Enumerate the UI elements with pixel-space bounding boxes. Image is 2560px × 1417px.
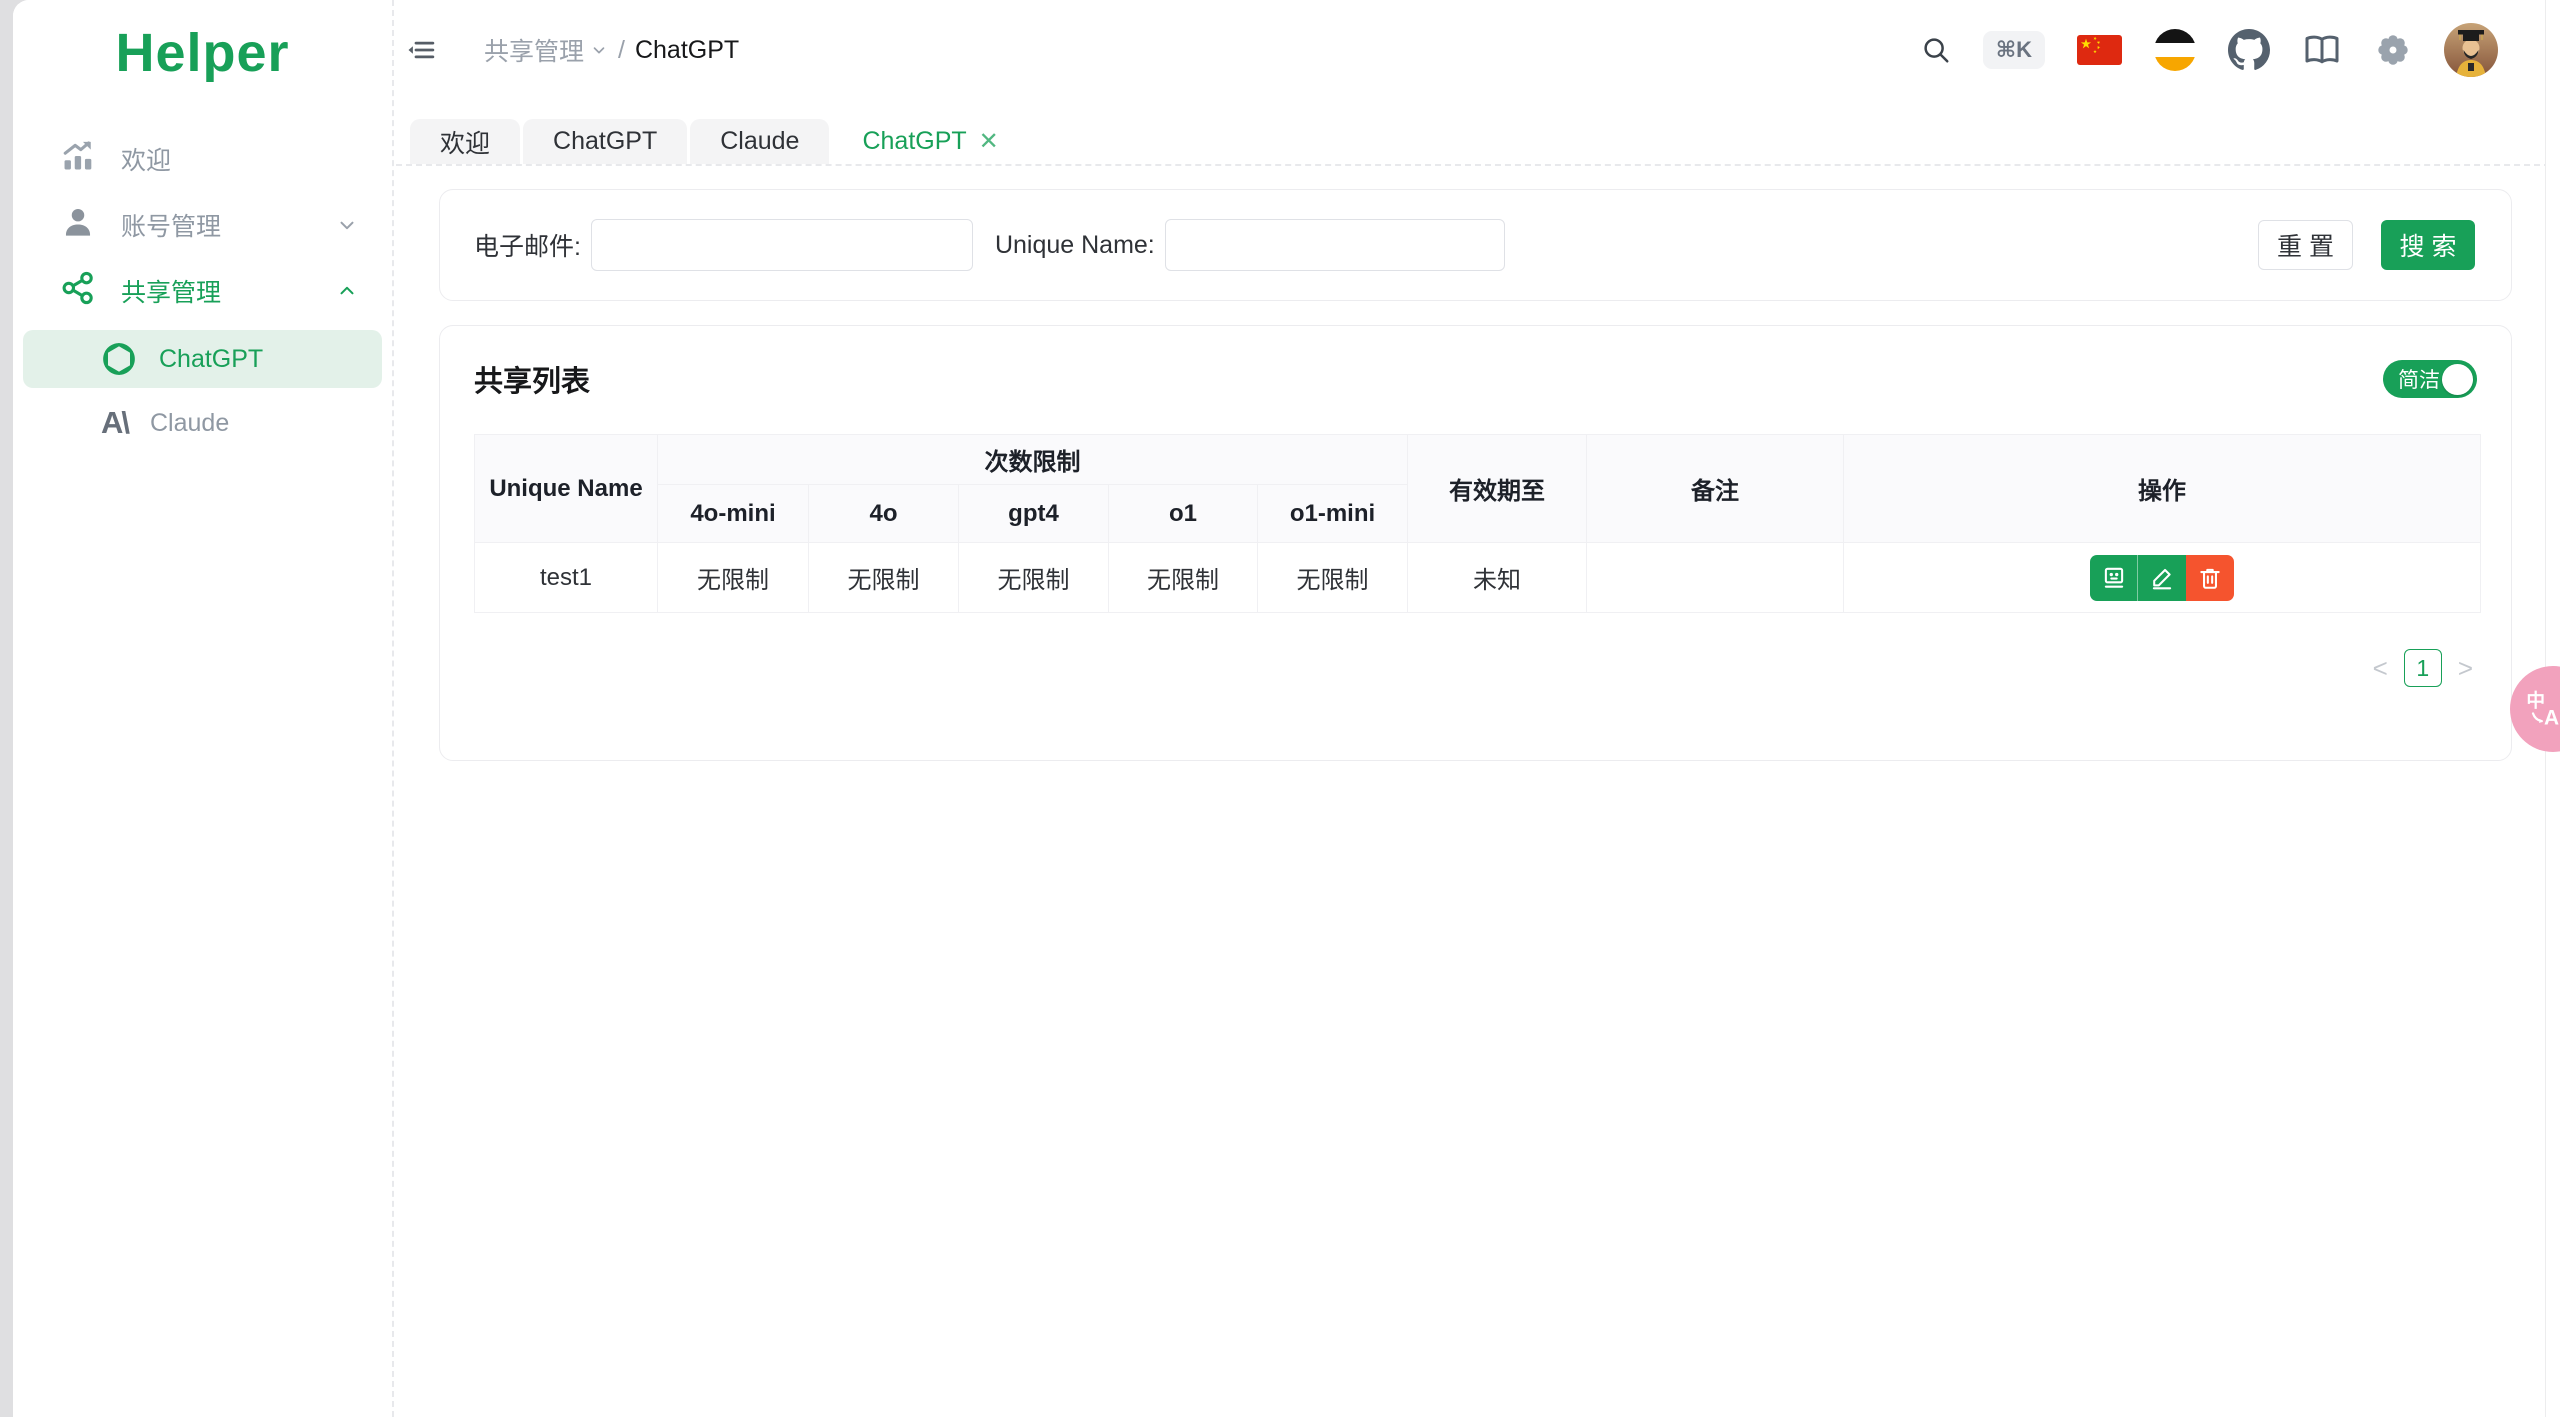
- sidebar-collapse-icon[interactable]: [406, 35, 436, 65]
- search-form-card: 电子邮件: Unique Name: 重 置 搜 索: [439, 189, 2512, 301]
- toggle-label: 简洁: [2398, 369, 2440, 392]
- app-window: Helper 欢迎 账号管理 共享管理 ChatGPT A\ Claude 共享…: [13, 0, 2560, 1417]
- svg-text:中: 中: [2526, 690, 2545, 711]
- share-icon: [61, 271, 95, 312]
- tab-welcome[interactable]: 欢迎: [410, 119, 521, 164]
- column-header-4o: 4o: [808, 484, 959, 543]
- column-header-gpt4: gpt4: [958, 484, 1109, 543]
- search-button[interactable]: 搜 索: [2381, 220, 2475, 270]
- sidebar-menu: 欢迎 账号管理 共享管理 ChatGPT A\ Claude: [13, 126, 392, 452]
- tab-strip: 欢迎 ChatGPT Claude ChatGPT ✕: [396, 100, 2560, 166]
- sidebar-item-label: 共享管理: [121, 279, 222, 307]
- svg-text:A: A: [2544, 706, 2559, 729]
- sidebar-item-accounts[interactable]: 账号管理: [13, 192, 392, 258]
- app-logo: Helper: [115, 23, 290, 83]
- breadcrumb: 共享管理 / ChatGPT: [484, 32, 739, 68]
- content-area: 电子邮件: Unique Name: 重 置 搜 索 共享列表 简洁 Uniqu…: [396, 166, 2560, 761]
- avatar[interactable]: [2444, 23, 2498, 77]
- email-field[interactable]: [590, 219, 973, 271]
- column-header-unique-name: Unique Name: [474, 434, 658, 543]
- pagination-next-icon[interactable]: >: [2458, 653, 2473, 684]
- cell-actions: [1843, 542, 2482, 613]
- cell-limit-o1-mini: 无限制: [1256, 542, 1409, 613]
- sidebar-item-label: 账号管理: [121, 213, 222, 241]
- cell-limit-gpt4: 无限制: [958, 542, 1109, 613]
- close-icon[interactable]: ✕: [979, 129, 999, 154]
- column-header-note: 备注: [1586, 434, 1845, 543]
- sidebar-item-label: ChatGPT: [159, 344, 264, 373]
- pagination: < 1 >: [474, 649, 2477, 687]
- tab-chatgpt-active[interactable]: ChatGPT ✕: [832, 119, 1029, 164]
- breadcrumb-separator: /: [618, 35, 625, 64]
- card-info-icon: [2104, 567, 2123, 588]
- pagination-prev-icon[interactable]: <: [2373, 653, 2388, 684]
- translate-icon: 中 A: [2526, 690, 2559, 730]
- cell-limit-4o-mini: 无限制: [657, 542, 809, 613]
- sidebar-item-welcome[interactable]: 欢迎: [13, 126, 392, 192]
- breadcrumb-current: ChatGPT: [634, 35, 740, 64]
- account-info-button[interactable]: [2090, 554, 2139, 601]
- cell-unique-name: test1: [474, 542, 658, 613]
- share-table: Unique Name 次数限制 有效期至 备注 操作 4o-mini 4o g…: [474, 434, 2482, 613]
- compact-toggle[interactable]: 简洁: [2383, 360, 2477, 398]
- main-area: 共享管理 / ChatGPT ⌘K 欢迎 ChatGPT Claude Chat…: [396, 0, 2560, 1417]
- keyboard-shortcut-badge[interactable]: ⌘K: [1982, 31, 2045, 69]
- column-header-limit-group: 次数限制: [656, 434, 1409, 485]
- unique-name-field[interactable]: [1164, 219, 1505, 271]
- sidebar-item-chatgpt[interactable]: ChatGPT: [23, 330, 382, 388]
- chevron-down-icon: [336, 214, 358, 236]
- share-list-card: 共享列表 简洁 Unique Name 次数限制 有效期至 备注 操作 4o-m…: [439, 325, 2512, 761]
- anthropic-icon: A\: [101, 405, 130, 440]
- breadcrumb-parent[interactable]: 共享管理: [484, 32, 608, 68]
- page-title: 共享列表: [474, 366, 591, 398]
- cell-limit-4o: 无限制: [808, 542, 959, 613]
- delete-button[interactable]: [2186, 554, 2235, 601]
- column-header-o1-mini: o1-mini: [1256, 484, 1409, 543]
- tab-claude[interactable]: Claude: [690, 119, 830, 164]
- sidebar: Helper 欢迎 账号管理 共享管理 ChatGPT A\ Claude: [13, 0, 394, 1417]
- cell-expiry: 未知: [1407, 542, 1588, 613]
- gear-icon[interactable]: [2374, 31, 2412, 69]
- openai-icon: [101, 341, 137, 377]
- table-row: test1 无限制 无限制 无限制 无限制 无限制 未知: [474, 542, 2482, 613]
- column-header-actions: 操作: [1843, 434, 2482, 543]
- sidebar-item-claude[interactable]: A\ Claude: [23, 394, 382, 452]
- github-icon[interactable]: [2228, 29, 2270, 71]
- edit-icon: [2152, 568, 2172, 589]
- top-header: 共享管理 / ChatGPT ⌘K: [396, 0, 2560, 100]
- edit-button[interactable]: [2138, 554, 2187, 601]
- sidebar-item-label: 欢迎: [121, 147, 172, 175]
- chevron-down-icon: [593, 47, 605, 54]
- column-header-expiry: 有效期至: [1407, 434, 1588, 543]
- cell-note: [1586, 542, 1845, 613]
- sidebar-item-label: Claude: [150, 408, 230, 437]
- trash-icon: [2200, 568, 2220, 589]
- search-icon[interactable]: [1921, 35, 1951, 65]
- column-header-o1: o1: [1108, 484, 1258, 543]
- tab-chatgpt-1[interactable]: ChatGPT: [523, 119, 688, 164]
- reset-button[interactable]: 重 置: [2258, 220, 2353, 270]
- chart-icon: [61, 139, 95, 180]
- email-label: 电子邮件:: [474, 233, 581, 261]
- cell-limit-o1: 无限制: [1108, 542, 1258, 613]
- sidebar-item-sharing[interactable]: 共享管理: [13, 258, 392, 324]
- flag-cn-icon[interactable]: [2077, 35, 2122, 65]
- unique-name-label: Unique Name:: [994, 230, 1155, 259]
- pagination-page-1[interactable]: 1: [2403, 649, 2442, 687]
- column-header-4o-mini: 4o-mini: [657, 484, 809, 543]
- user-icon: [61, 205, 95, 246]
- toggle-knob: [2442, 363, 2473, 395]
- flag-circle-icon[interactable]: [2154, 29, 2196, 71]
- chevron-up-icon: [336, 280, 358, 302]
- header-actions: ⌘K: [1921, 23, 2498, 77]
- book-icon[interactable]: [2302, 30, 2342, 70]
